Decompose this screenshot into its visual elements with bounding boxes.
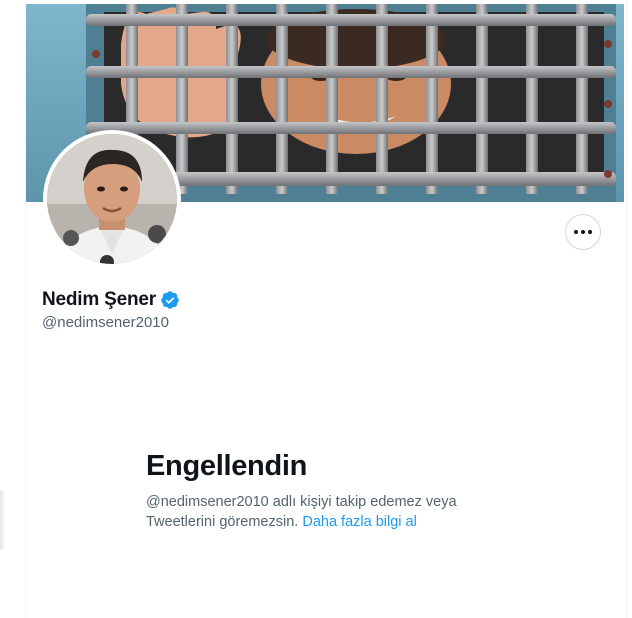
profile-column: Nedim Şener @nedimsener2010 Engellendin … bbox=[25, 0, 627, 618]
avatar-image bbox=[47, 134, 177, 264]
display-name: Nedim Şener bbox=[42, 289, 156, 310]
profile-name-row: Nedim Şener bbox=[42, 288, 180, 312]
profile-avatar[interactable] bbox=[43, 130, 181, 268]
more-horizontal-icon bbox=[574, 230, 592, 234]
left-edge-shadow bbox=[0, 490, 6, 550]
blocked-title: Engellendin bbox=[146, 450, 308, 482]
verified-badge-icon[interactable] bbox=[160, 290, 180, 310]
profile-handle: @nedimsener2010 bbox=[42, 314, 169, 331]
blocked-description: @nedimsener2010 adlı kişiyi takip edemez… bbox=[146, 492, 486, 532]
learn-more-link[interactable]: Daha fazla bilgi al bbox=[302, 514, 416, 530]
blocked-notice: Engellendin @nedimsener2010 adlı kişiyi … bbox=[146, 448, 486, 532]
more-options-button[interactable] bbox=[565, 214, 601, 250]
